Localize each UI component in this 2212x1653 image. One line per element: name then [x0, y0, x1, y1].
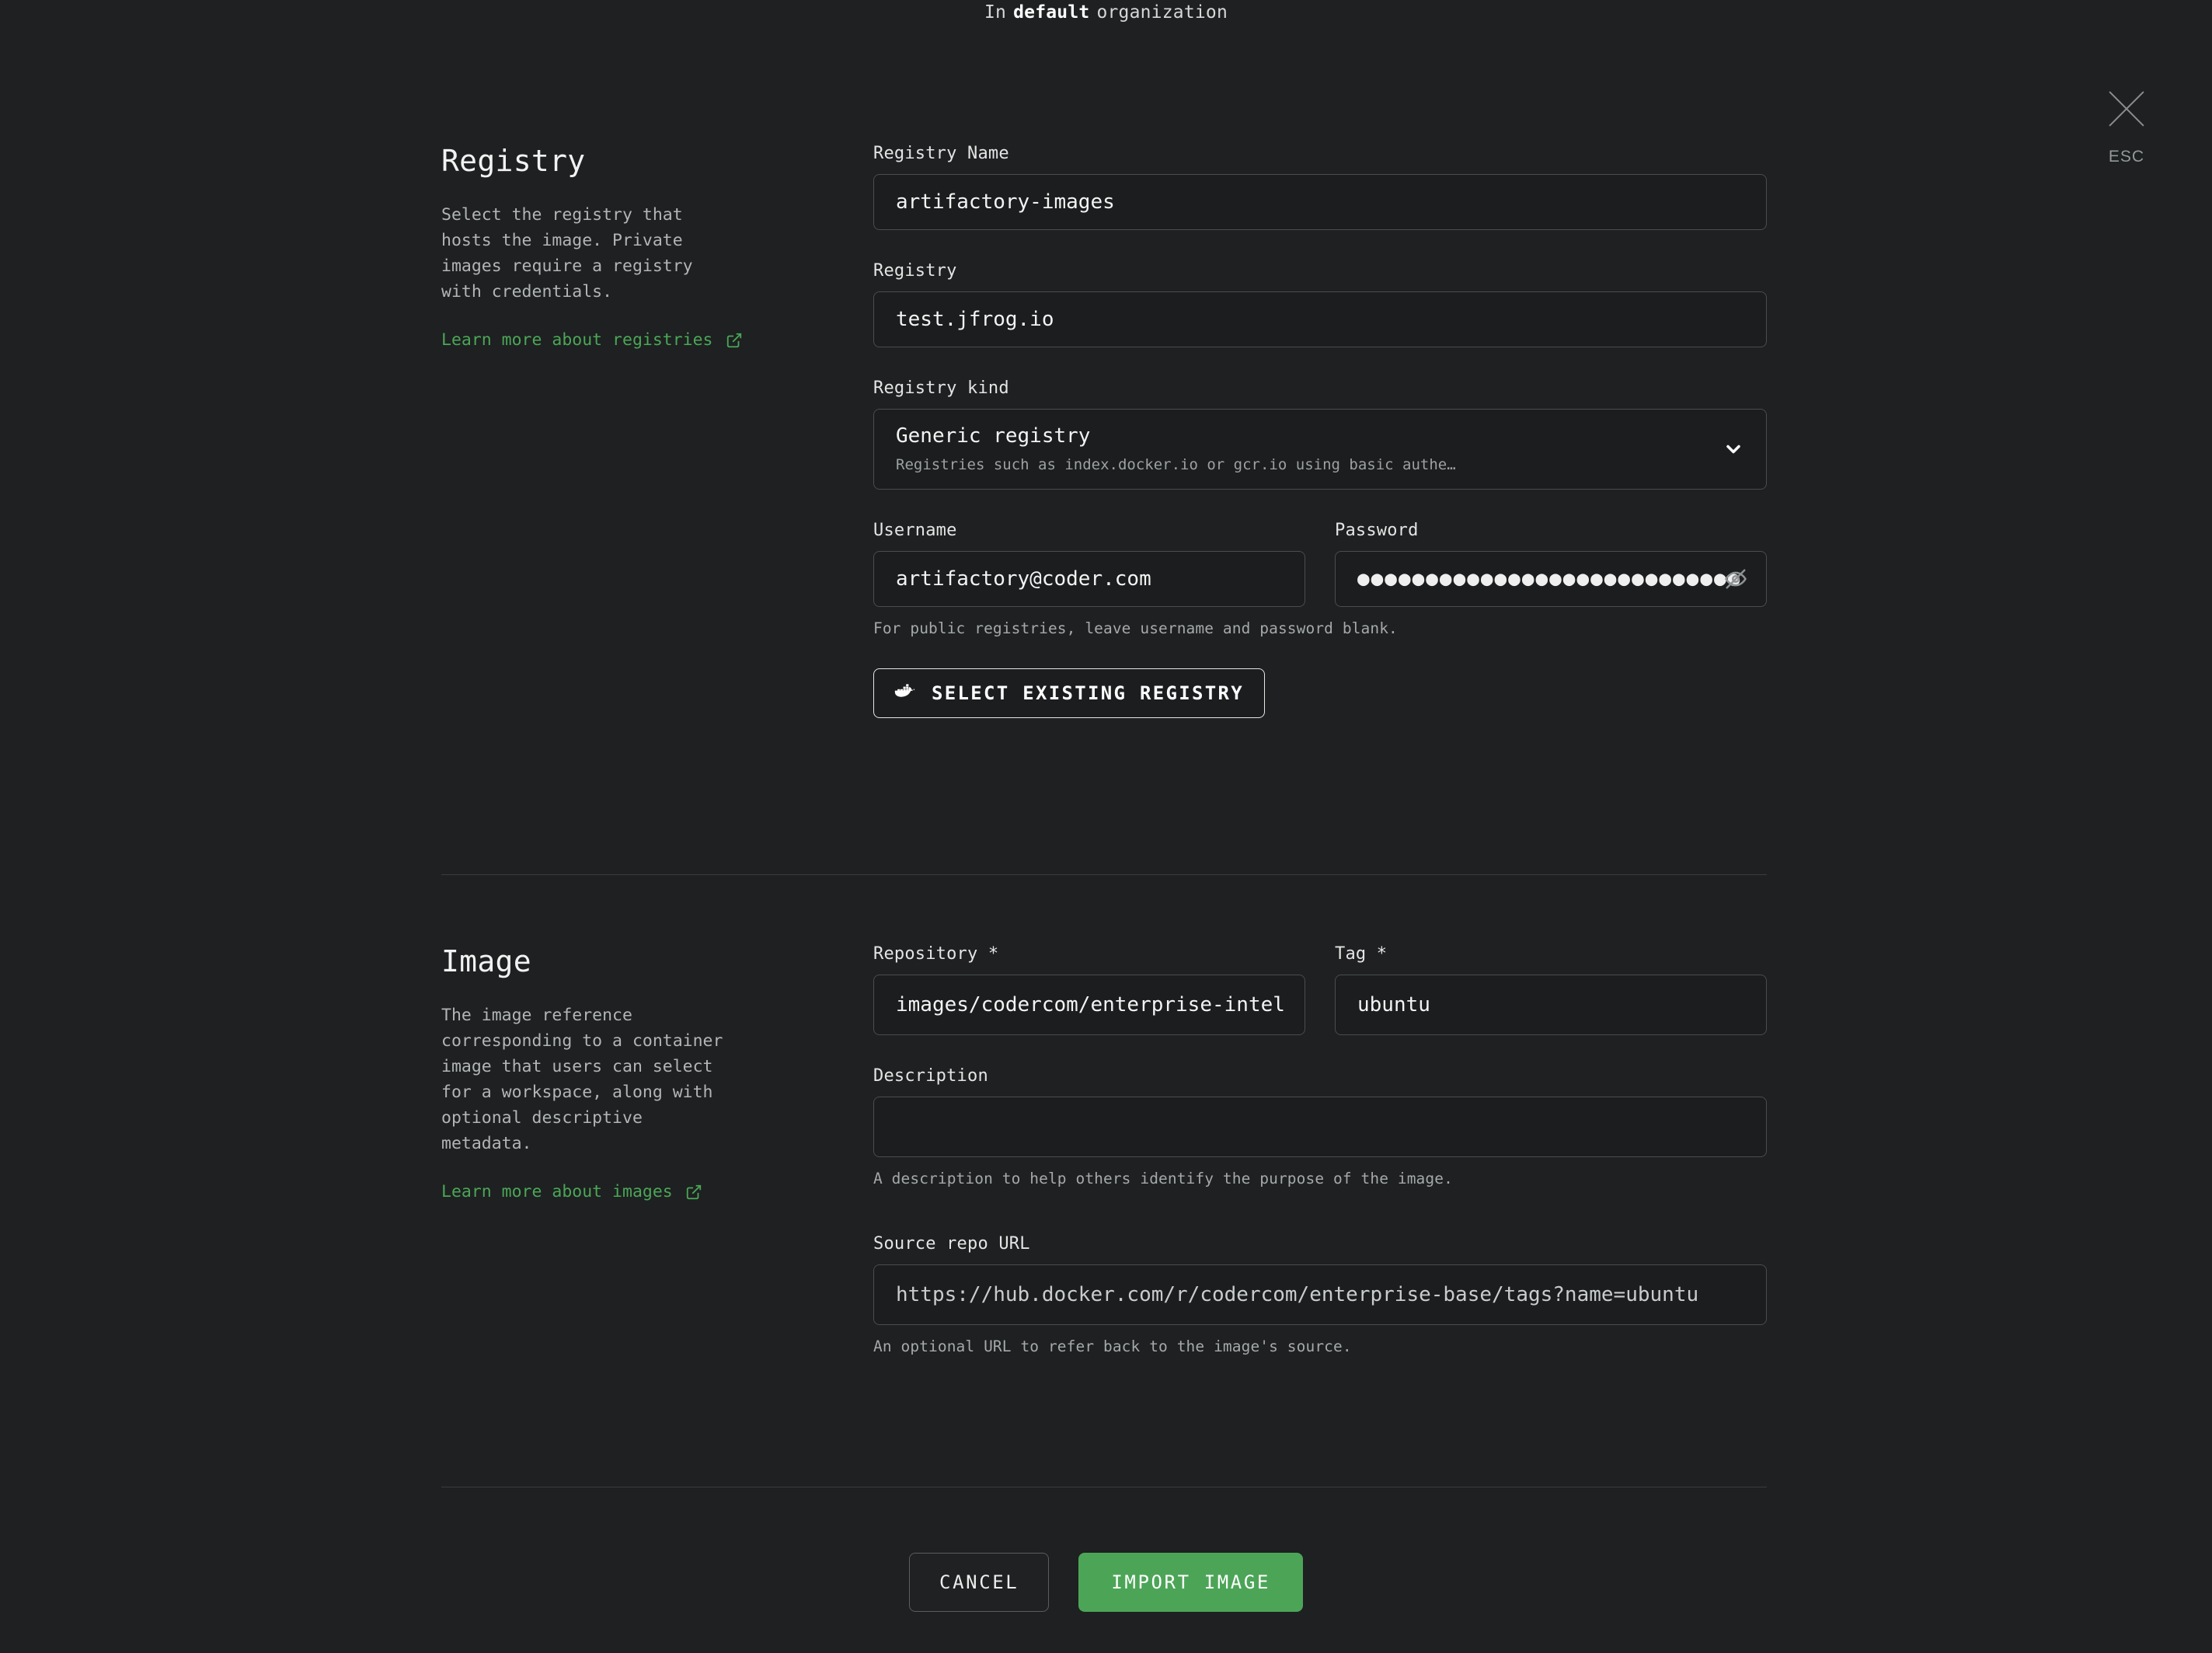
description-input[interactable] — [873, 1097, 1767, 1157]
section-divider-top — [441, 874, 1767, 875]
username-label: Username — [873, 521, 957, 540]
password-input[interactable]: ●●●●●●●●●●●●●●●●●●●●●●●●●●●● — [1335, 551, 1767, 607]
registry-section-description: Select the registry that hosts the image… — [441, 205, 693, 302]
image-section-title: Image — [441, 944, 531, 978]
close-icon — [2102, 84, 2151, 132]
dialog-footer: CANCEL IMPORT IMAGE — [0, 1553, 2212, 1612]
tag-field: Tag * ubuntu — [1335, 944, 1767, 1035]
organization-name: default — [1013, 2, 1090, 23]
repository-input[interactable]: images/codercom/enterprise-intel — [873, 975, 1305, 1035]
description-field: Description A description to help others… — [873, 1066, 1767, 1187]
registry-kind-selected-value: Generic registry — [896, 424, 1091, 448]
tag-label: Tag * — [1335, 944, 1388, 964]
tag-input[interactable]: ubuntu — [1335, 975, 1767, 1035]
registry-field: Registry test.jfrog.io — [873, 261, 1767, 347]
repository-tag-group: Repository * images/codercom/enterprise-… — [873, 944, 1767, 1035]
cancel-button[interactable]: CANCEL — [909, 1553, 1050, 1612]
registry-section-title: Registry — [441, 144, 586, 178]
description-label: Description — [873, 1066, 988, 1086]
organization-banner: In default organization — [0, 0, 2212, 25]
registry-label: Registry — [873, 261, 957, 281]
description-helper-text: A description to help others identify th… — [873, 1170, 1453, 1187]
registry-kind-field: Registry kind Generic registry Registrie… — [873, 378, 1767, 490]
registry-input[interactable]: test.jfrog.io — [873, 291, 1767, 347]
select-existing-registry-label: SELECT EXISTING REGISTRY — [932, 682, 1244, 704]
registry-kind-select[interactable]: Generic registry Registries such as inde… — [873, 409, 1767, 490]
password-field: Password ●●●●●●●●●●●●●●●●●●●●●●●●●●●● — [1335, 521, 1767, 607]
external-link-icon — [726, 332, 743, 349]
username-input[interactable]: artifactory@coder.com — [873, 551, 1305, 607]
registry-section: Registry Select the registry that hosts … — [0, 144, 1767, 718]
image-section-info: Image The image reference corresponding … — [441, 944, 830, 1386]
banner-suffix: organization — [1096, 2, 1228, 23]
password-masked-value: ●●●●●●●●●●●●●●●●●●●●●●●●●●●● — [1357, 567, 1742, 591]
learn-more-registries-link[interactable]: Learn more about registries — [441, 330, 743, 350]
image-section: Image The image reference corresponding … — [0, 944, 1767, 1386]
username-field: Username artifactory@coder.com — [873, 521, 1305, 607]
password-label: Password — [1335, 521, 1419, 540]
learn-more-registries-label: Learn more about registries — [441, 330, 713, 350]
docker-icon — [894, 682, 916, 705]
repository-label: Repository * — [873, 944, 999, 964]
source-url-field: Source repo URL https://hub.docker.com/r… — [873, 1234, 1767, 1355]
source-url-helper-text: An optional URL to refer back to the ima… — [873, 1337, 1352, 1355]
registry-form: Registry Name artifactory-images Registr… — [873, 144, 1767, 718]
source-url-input[interactable]: https://hub.docker.com/r/codercom/enterp… — [873, 1264, 1767, 1325]
credentials-field-group: Username artifactory@coder.com Password … — [873, 521, 1767, 637]
eye-off-icon[interactable] — [1724, 567, 1747, 591]
external-link-icon — [685, 1184, 702, 1201]
close-dialog-button[interactable]: ESC — [2084, 84, 2169, 166]
registry-section-info: Registry Select the registry that hosts … — [441, 144, 830, 718]
import-image-button[interactable]: IMPORT IMAGE — [1078, 1553, 1303, 1612]
registry-name-field: Registry Name artifactory-images — [873, 144, 1767, 230]
registry-kind-subtitle: Registries such as index.docker.io or gc… — [896, 456, 1456, 473]
learn-more-images-link[interactable]: Learn more about images — [441, 1182, 702, 1201]
source-url-label: Source repo URL — [873, 1234, 1030, 1254]
learn-more-images-label: Learn more about images — [441, 1182, 673, 1201]
banner-prefix: In — [984, 2, 1007, 23]
registry-name-label: Registry Name — [873, 144, 1009, 163]
registry-kind-label: Registry kind — [873, 378, 1009, 398]
chevron-down-icon — [1723, 438, 1744, 460]
select-existing-registry-button[interactable]: SELECT EXISTING REGISTRY — [873, 668, 1265, 718]
image-form: Repository * images/codercom/enterprise-… — [873, 944, 1767, 1386]
registry-name-input[interactable]: artifactory-images — [873, 174, 1767, 230]
repository-field: Repository * images/codercom/enterprise-… — [873, 944, 1305, 1035]
credentials-helper-text: For public registries, leave username an… — [873, 619, 1398, 637]
esc-label: ESC — [2108, 148, 2145, 166]
image-section-description: The image reference corresponding to a c… — [441, 1006, 723, 1153]
